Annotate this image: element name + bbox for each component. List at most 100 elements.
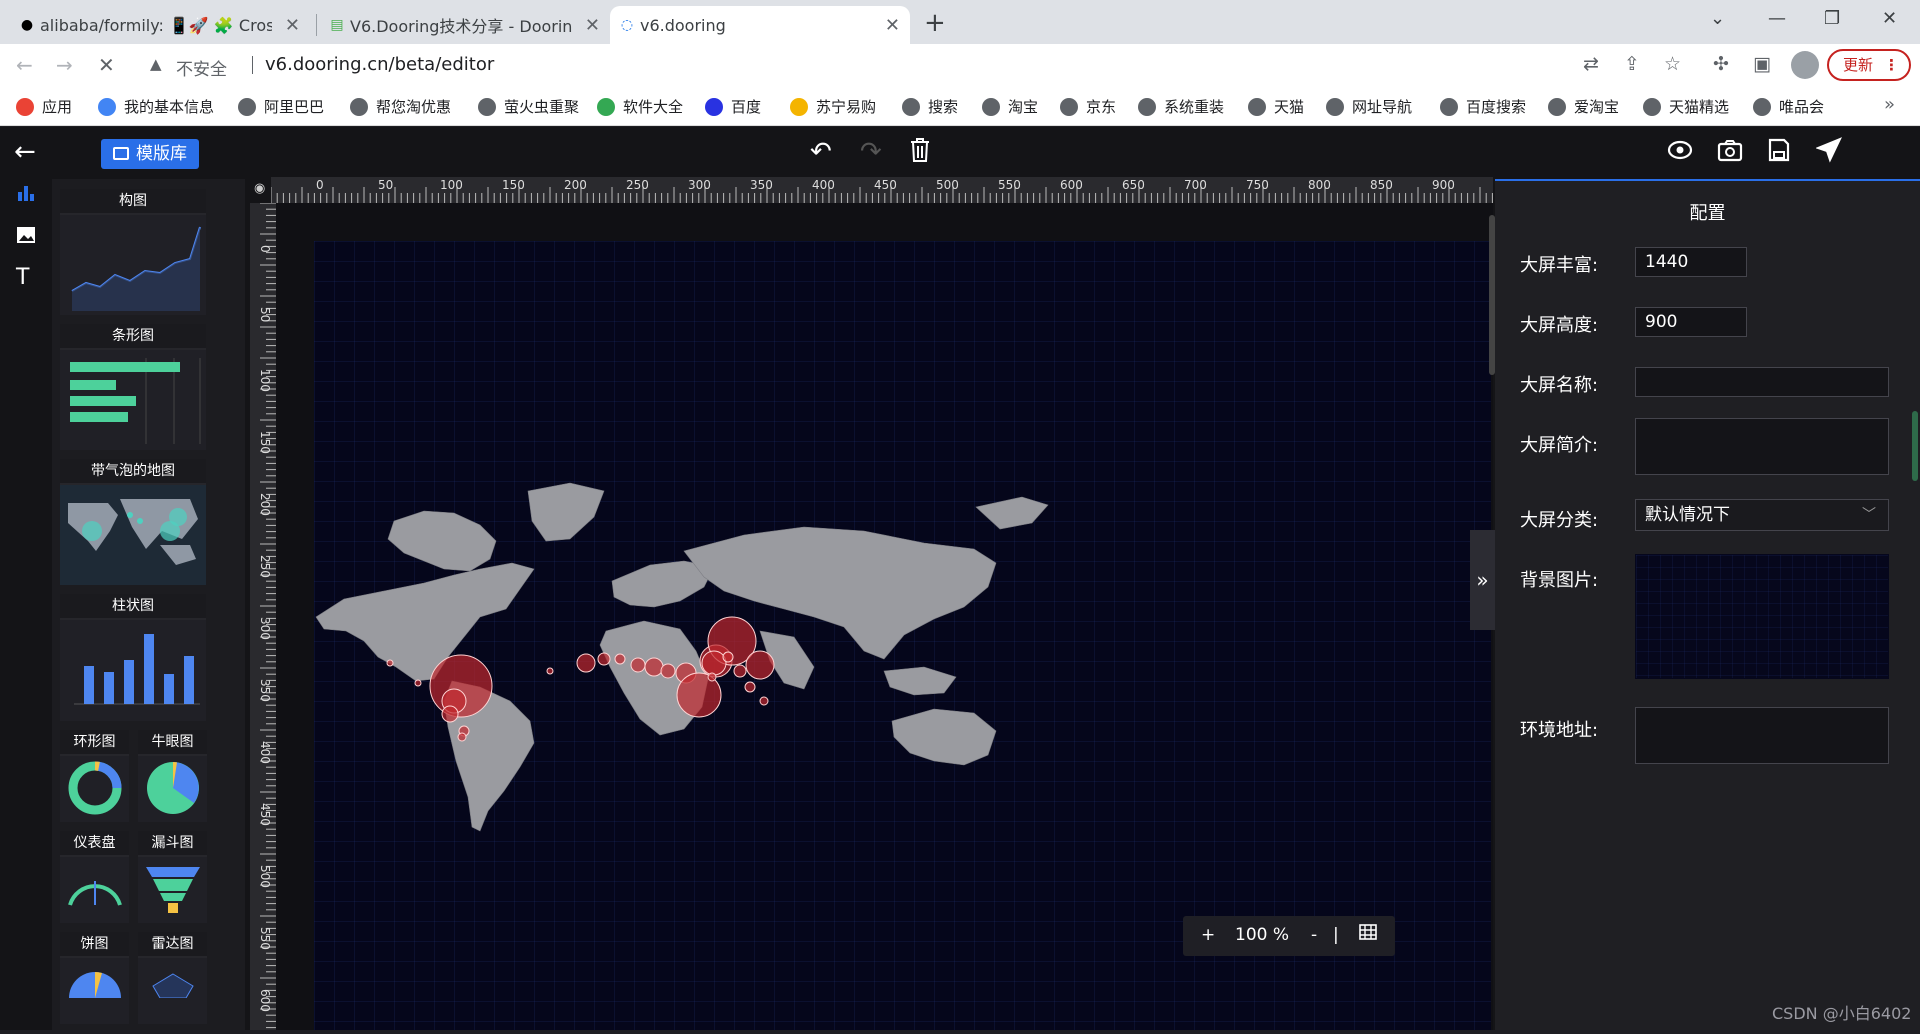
ruler-label: 100 [440,178,463,192]
funnel-card[interactable]: 漏斗图 [138,831,207,923]
minimize-icon[interactable]: — [1768,8,1786,29]
image-category-icon[interactable] [16,225,36,249]
update-button[interactable]: 更新 ⋮ [1827,49,1911,81]
star-icon[interactable]: ☆ [1664,53,1681,75]
bookmark-item[interactable]: 网址导航 [1326,96,1412,117]
bubble-map-card[interactable]: 带气泡的地图 [60,459,206,585]
translate-icon[interactable]: ⇄ [1583,53,1599,75]
line-chart-card[interactable]: 构图 [60,189,206,315]
bookmark-item[interactable]: 百度 [705,96,761,117]
tab-formily[interactable]: ● alibaba/formily: 📱🚀 🧩 Cross ✕ [10,6,310,44]
bookmark-favicon-icon [238,97,256,116]
bookmark-item[interactable]: 天猫精选 [1643,96,1729,117]
close-tab-icon[interactable]: ✕ [885,15,900,36]
template-library-button[interactable]: 模版库 [101,139,199,169]
bookmark-item[interactable]: 帮您淘优惠 [350,96,451,117]
tab-v6-dooring[interactable]: ◌ v6.dooring ✕ [610,6,910,44]
bubble-world-map[interactable] [314,241,1491,1030]
bookmark-item[interactable]: 苏宁易购 [790,96,876,117]
text-category-icon[interactable]: T [16,265,29,290]
description-textarea[interactable] [1635,418,1889,475]
bookmark-label: 唯品会 [1779,98,1825,116]
component-title: 带气泡的地图 [60,459,206,483]
new-tab-icon[interactable]: + [924,8,946,38]
bookmark-item[interactable]: 百度搜索 [1440,96,1526,117]
bookmark-item[interactable]: 京东 [1060,96,1116,117]
redo-icon[interactable]: ↷ [860,137,882,167]
tab-dooring-share[interactable]: ▤ V6.Dooring技术分享 - Dooring ✕ [320,6,610,44]
bookmark-item[interactable]: 淘宝 [982,96,1038,117]
bookmark-favicon-icon [902,97,920,116]
stop-loading-icon[interactable]: ✕ [98,53,115,77]
template-library-label: 模版库 [136,144,187,164]
omnibox[interactable]: ▲ 不安全 v6.dooring.cn/beta/editor [140,50,1560,80]
screen-artboard[interactable] [314,241,1491,1030]
more-menu-icon[interactable]: ⋮ [1884,51,1899,79]
bullseye-chart-card[interactable]: 牛眼图 [138,730,207,822]
bookmark-item[interactable]: 我的基本信息 [98,96,214,117]
close-tab-icon[interactable]: ✕ [285,15,300,36]
env-address-textarea[interactable] [1635,707,1889,764]
preview-eye-icon[interactable] [1667,137,1693,170]
width-label: 大屏丰富: [1520,255,1599,276]
bookmark-item[interactable]: 爱淘宝 [1548,96,1619,117]
profile-avatar[interactable] [1791,51,1819,79]
camera-icon[interactable] [1717,137,1743,170]
tab-divider [316,14,317,36]
bookmark-item[interactable]: 软件大全 [597,96,683,117]
ring-chart-card[interactable]: 环形图 [60,730,129,822]
undo-icon[interactable]: ↶ [810,137,832,167]
warning-icon: ▲ [150,55,162,73]
sidepanel-icon[interactable]: ▣ [1753,53,1771,75]
bookmark-item[interactable]: 搜索 [902,96,958,117]
github-icon: ● [20,17,34,33]
component-title: 漏斗图 [138,831,207,855]
panel-scroll-indicator[interactable] [1912,411,1918,481]
bar-chart-card[interactable]: 条形图 [60,324,206,450]
trash-icon[interactable] [908,137,932,170]
bookmark-favicon-icon [1643,97,1661,116]
gauge-card[interactable]: 仪表盘 [60,831,129,923]
bookmark-item[interactable]: 唯品会 [1753,96,1824,117]
tab-title: V6.Dooring技术分享 - Dooring [350,17,572,36]
ruler-label: 900 [1432,178,1455,192]
pie-card[interactable]: 饼图 [60,932,129,1024]
radar-card[interactable]: 雷达图 [138,932,207,1024]
category-select[interactable]: 默认情况下 ﹀ [1635,499,1889,531]
save-icon[interactable] [1767,137,1791,170]
ruler-label: 50 [378,178,394,192]
restore-icon[interactable]: ❐ [1824,8,1840,29]
zoom-out-button[interactable]: - [1311,925,1317,945]
back-nav-icon[interactable]: ← [16,53,33,77]
width-input[interactable]: 1440 [1635,247,1747,277]
collapse-panel-button[interactable]: » [1470,530,1495,630]
close-window-icon[interactable]: ✕ [1882,8,1897,29]
column-chart-card[interactable]: 柱状图 [60,594,206,721]
bookmark-item[interactable]: 系统重装 [1138,96,1224,117]
extensions-icon[interactable]: ✣ [1713,53,1729,75]
bookmark-item[interactable]: 天猫 [1248,96,1304,117]
url-text[interactable]: v6.dooring.cn/beta/editor [252,56,494,74]
bookmark-item[interactable]: 萤火虫重聚 [478,96,579,117]
back-arrow-icon[interactable]: ← [14,137,36,167]
publish-send-icon[interactable] [1815,137,1843,170]
name-input[interactable] [1635,367,1889,397]
background-image-upload[interactable] [1635,554,1889,679]
zoom-in-button[interactable]: + [1201,925,1215,945]
chart-category-icon[interactable] [16,183,36,208]
share-icon[interactable]: ⇪ [1624,53,1640,75]
grid-toggle-icon[interactable] [1359,923,1377,946]
height-input[interactable]: 900 [1635,307,1747,337]
editor-header: ← 模版库 ↶ ↷ [0,127,1920,179]
ruler-label: 200 [564,178,587,192]
close-tab-icon[interactable]: ✕ [585,15,600,36]
bookmark-item[interactable]: 应用 [16,96,72,117]
bookmarks-overflow-icon[interactable]: » [1884,94,1895,115]
bookmark-label: 百度 [731,98,762,116]
horizontal-ruler: 0 50 100 150 200 250 300 350 400 450 500 550 600 650 7… [271,177,1493,203]
bookmark-item[interactable]: 阿里巴巴 [238,96,324,117]
ruler-eye-icon[interactable]: ◉ [254,181,265,196]
tab-search-icon[interactable]: ⌄ [1710,8,1725,29]
bookmark-favicon-icon [982,97,1000,116]
forward-nav-icon[interactable]: → [56,53,73,77]
